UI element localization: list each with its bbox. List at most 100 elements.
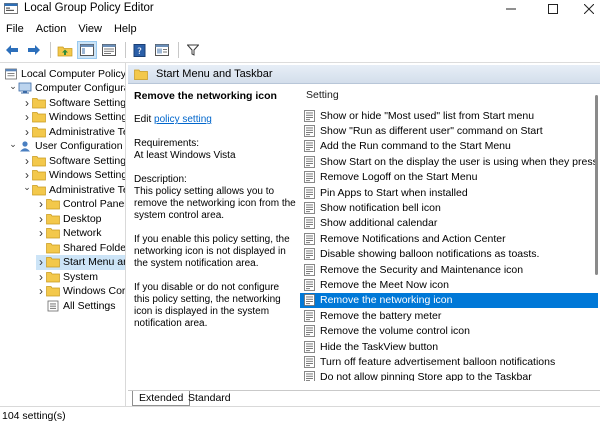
edit-policy-link[interactable]: policy setting [154, 114, 212, 125]
vertical-scrollbar[interactable] [594, 89, 600, 379]
tree-item[interactable]: › Windows Setting [22, 110, 125, 125]
scrollbar-thumb[interactable] [595, 95, 598, 275]
chevron-right-icon[interactable]: › [36, 284, 46, 298]
tree-item[interactable]: › Network [36, 226, 125, 241]
tree-item[interactable]: › Start Menu ar [36, 254, 125, 270]
chevron-right-icon[interactable]: › [36, 255, 46, 269]
policy-setting-row[interactable]: Disable showing balloon notifications as… [300, 247, 598, 262]
tree-item[interactable]: ⌄ User Configuration [8, 139, 125, 154]
policy-setting-row[interactable]: Add the Run command to the Start Menu [300, 139, 598, 154]
chevron-right-icon[interactable]: › [22, 168, 32, 182]
filter-button[interactable] [183, 41, 203, 59]
tree-item-label: All Settings [63, 299, 116, 312]
chevron-right-icon[interactable]: › [22, 110, 32, 124]
tree-item[interactable]: › Control Panel [36, 197, 126, 212]
folder-icon [46, 228, 60, 239]
requirements-value: At least Windows Vista [134, 150, 236, 161]
policy-setting-row[interactable]: Show Start on the display the user is us… [300, 154, 598, 169]
tree-item[interactable]: ⌄ Computer Configura [8, 81, 125, 96]
folder-icon [134, 69, 148, 80]
chevron-right-icon[interactable]: › [22, 125, 32, 139]
policy-setting-row[interactable]: Show "Run as different user" command on … [300, 123, 598, 138]
tree-item[interactable]: › Windows Setting [22, 168, 125, 183]
help-button[interactable]: ? [130, 41, 150, 59]
chevron-right-icon[interactable]: › [22, 96, 32, 110]
chevron-right-icon[interactable]: › [36, 226, 46, 240]
policy-setting-label: Hide the TaskView button [320, 340, 439, 353]
policy-setting-label: Show Start on the display the user is us… [320, 155, 598, 168]
tree-item[interactable]: › System [36, 269, 125, 284]
policy-setting-row[interactable]: Show notification bell icon [300, 200, 598, 215]
chevron-down-icon[interactable]: ⌄ [8, 139, 18, 149]
tab-standard[interactable]: Standard [182, 391, 237, 406]
back-button[interactable] [2, 41, 22, 59]
chevron-right-icon[interactable]: › [36, 270, 46, 284]
policy-setting-row[interactable]: Remove the Meet Now icon [300, 277, 598, 292]
policy-setting-icon [304, 263, 315, 276]
minimize-button[interactable] [494, 0, 528, 18]
policy-setting-row[interactable]: Pin Apps to Start when installed [300, 185, 598, 200]
tree-item[interactable]: › Desktop [36, 211, 125, 226]
tree-item-label: Desktop [63, 212, 102, 225]
settings-rows: Show or hide "Most used" list from Start… [300, 108, 598, 381]
menu-help[interactable]: Help [108, 21, 143, 39]
tree-item-label: Shared Folder [63, 241, 126, 254]
policy-setting-label: Do not allow pinning Store app to the Ta… [320, 371, 532, 381]
window-title: Local Group Policy Editor [24, 2, 154, 14]
chevron-right-icon[interactable]: › [36, 197, 46, 211]
tree-item[interactable]: › Windows Cor [36, 284, 125, 299]
tree-item[interactable]: All Settings [36, 298, 125, 313]
policy-setting-icon [304, 125, 315, 137]
tree-item[interactable]: › Software Settings [22, 95, 125, 110]
policy-setting-row[interactable]: Turn off feature advertisement balloon n… [300, 354, 598, 369]
policy-setting-row[interactable]: Remove the volume control icon [300, 323, 598, 338]
folder-icon [46, 242, 60, 253]
policy-setting-row[interactable]: Remove the networking icon [300, 292, 598, 309]
policy-setting-row[interactable]: Show or hide "Most used" list from Start… [300, 108, 598, 123]
tree-item[interactable]: › Software Settings [22, 153, 125, 168]
tree-item[interactable]: ⌄ Administrative Te [22, 182, 125, 197]
policy-setting-row[interactable]: Remove the Security and Maintenance icon [300, 262, 598, 277]
menu-view[interactable]: View [72, 21, 108, 39]
chevron-right-icon[interactable]: › [36, 212, 46, 226]
details-pane: Start Menu and Taskbar Remove the networ… [128, 63, 600, 406]
policy-setting-row[interactable]: Show additional calendar [300, 216, 598, 231]
tree-item[interactable]: › Administrative Te [22, 124, 125, 139]
user-config-icon [20, 141, 30, 152]
chevron-right-icon[interactable]: › [22, 154, 32, 168]
tree-item-label: Control Panel [63, 198, 126, 210]
show-hide-tree-button[interactable] [77, 41, 97, 59]
properties-button[interactable] [152, 41, 172, 59]
close-button[interactable] [572, 0, 600, 18]
policy-setting-row[interactable]: Remove Notifications and Action Center [300, 231, 598, 246]
description-panel: Remove the networking icon Edit policy s… [134, 89, 296, 401]
policy-setting-icon [304, 309, 315, 322]
chevron-down-icon[interactable]: ⌄ [8, 81, 18, 91]
folder-icon [46, 271, 60, 282]
minimize-icon [506, 8, 516, 10]
policy-setting-row[interactable]: Remove the battery meter [300, 308, 598, 323]
tree-item-label: Local Computer Policy [21, 67, 126, 80]
tree-item[interactable]: Shared Folder [36, 240, 126, 255]
up-one-level-button[interactable] [55, 41, 75, 59]
policy-setting-row[interactable]: Do not allow pinning Store app to the Ta… [300, 370, 598, 381]
toolbar-separator [50, 42, 51, 58]
policy-setting-icon [304, 202, 315, 214]
chevron-down-icon[interactable]: ⌄ [22, 182, 32, 193]
forward-button[interactable] [24, 41, 44, 59]
menu-file[interactable]: File [0, 21, 30, 39]
folder-icon [46, 199, 60, 210]
menu-action[interactable]: Action [30, 21, 73, 39]
policy-setting-label: Remove Notifications and Action Center [320, 232, 506, 245]
column-header-setting[interactable]: Setting [306, 89, 339, 101]
computer-policy-icon [5, 68, 17, 79]
maximize-button[interactable] [536, 0, 570, 18]
tree-item[interactable]: Local Computer Policy [4, 66, 126, 81]
policy-setting-label: Pin Apps to Start when installed [320, 186, 468, 199]
policy-setting-row[interactable]: Hide the TaskView button [300, 339, 598, 354]
node-header: Start Menu and Taskbar [128, 65, 600, 84]
export-list-button[interactable] [99, 41, 119, 59]
policy-setting-icon [304, 340, 315, 353]
policy-setting-row[interactable]: Remove Logoff on the Start Menu [300, 170, 598, 185]
